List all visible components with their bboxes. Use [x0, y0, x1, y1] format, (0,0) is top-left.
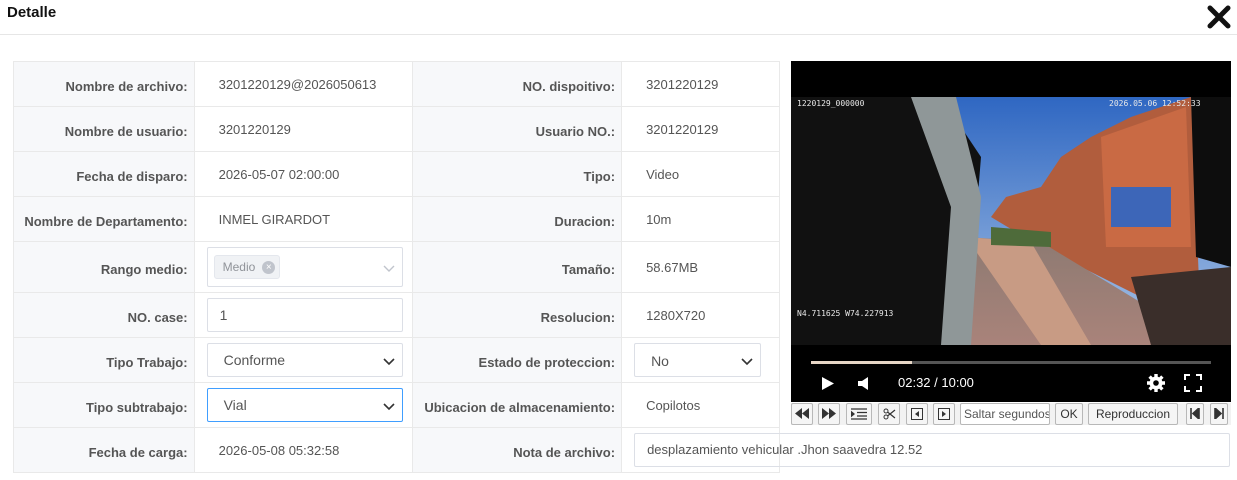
label-upload-date: Fecha de carga: [13, 427, 195, 473]
rewind-icon [795, 408, 809, 419]
next-frame-button[interactable] [933, 403, 955, 425]
chevron-down-icon [383, 403, 395, 411]
osd-coordinates: N4.711625 W74.227913 [797, 309, 894, 318]
case-no-input[interactable]: 1 [206, 298, 403, 332]
label-work-type: Tipo Trabajo: [13, 337, 195, 383]
tag-close-icon[interactable]: × [262, 261, 276, 274]
chevron-down-icon [741, 358, 753, 366]
first-button[interactable] [1186, 403, 1204, 425]
protection-value: No [651, 353, 669, 369]
label-type: Tipo: [411, 151, 623, 197]
list-icon [850, 408, 867, 420]
video-frame-image [791, 97, 1231, 345]
dialog-title: Detalle [7, 4, 57, 21]
label-resolution: Resolucion: [411, 292, 623, 338]
fullscreen-icon[interactable] [1184, 374, 1202, 397]
subwork-type-select[interactable]: Vial [206, 388, 403, 422]
value-user-name: 3201220129 [193, 106, 413, 152]
osd-timestamp: 2026.05.06 12:52:33 [1109, 99, 1201, 108]
protection-select[interactable]: No [634, 343, 762, 377]
time-display: 02:32 / 10:00 [898, 375, 974, 390]
player-toolbar: Saltar segundos OK Reproduccion [791, 403, 1231, 425]
next-frame-icon [938, 408, 950, 420]
label-storage: Ubicacion de almacenamiento: [411, 382, 623, 428]
value-upload-date: 2026-05-08 05:32:58 [193, 427, 413, 473]
label-case-no: NO. case: [13, 292, 195, 338]
label-trigger-date: Fecha de disparo: [13, 151, 195, 197]
value-department: INMEL GIRARDOT [193, 196, 413, 242]
list-button[interactable] [846, 403, 872, 425]
label-size: Tamaño: [411, 241, 623, 293]
prev-frame-button[interactable] [906, 403, 928, 425]
rewind-button[interactable] [791, 403, 813, 425]
label-file-name: Nombre de archivo: [13, 61, 195, 107]
label-user-no: Usuario NO.: [411, 106, 623, 152]
skip-start-icon [1190, 406, 1200, 421]
range-select[interactable]: Medio × [206, 247, 403, 287]
value-resolution: 1280X720 [621, 292, 780, 338]
label-department: Nombre de Departamento: [13, 196, 195, 242]
value-trigger-date: 2026-05-07 02:00:00 [193, 151, 413, 197]
cut-button[interactable] [878, 403, 900, 425]
label-subwork-type: Tipo subtrabajo: [13, 382, 195, 428]
label-range: Rango medio: [13, 241, 195, 293]
label-duration: Duracion: [411, 196, 623, 242]
osd-device-id: 1220129_000000 [797, 99, 865, 108]
label-device-no: NO. dispoitivo: [411, 61, 623, 107]
settings-icon[interactable] [1146, 373, 1166, 398]
range-tag: Medio × [213, 255, 281, 279]
detail-table: Nombre de archivo: 3201220129@2026050613… [13, 61, 1231, 473]
value-type: Video [621, 151, 780, 197]
volume-icon[interactable] [857, 376, 871, 396]
value-storage: Copilotos [621, 382, 780, 428]
file-note-input[interactable]: desplazamiento vehicular .Jhon saavedra … [634, 433, 1231, 467]
dialog-header: Detalle [0, 0, 1237, 35]
progress-bar[interactable] [811, 361, 1211, 364]
ok-button[interactable]: OK [1055, 403, 1083, 425]
close-icon[interactable] [1205, 3, 1233, 31]
skip-end-icon [1214, 406, 1224, 421]
prev-frame-icon [911, 408, 923, 420]
seek-seconds-input[interactable]: Saltar segundos [960, 403, 1050, 425]
value-size: 58.67MB [621, 241, 780, 293]
video-player[interactable]: 1220129_000000 2026.05.06 12:52:33 N4.71… [791, 61, 1231, 402]
value-user-no: 3201220129 [621, 106, 780, 152]
scissors-icon [883, 408, 895, 420]
fast-forward-button[interactable] [818, 403, 840, 425]
chevron-down-icon [383, 265, 395, 272]
progress-fill [811, 361, 913, 364]
play-icon[interactable] [821, 376, 835, 396]
range-tag-label: Medio [222, 260, 256, 274]
chevron-down-icon [383, 358, 395, 366]
label-file-note: Nota de archivo: [411, 427, 623, 473]
subwork-type-value: Vial [223, 397, 247, 413]
fast-forward-icon [822, 408, 836, 419]
work-type-value: Conforme [223, 352, 286, 368]
last-button[interactable] [1210, 403, 1228, 425]
value-duration: 10m [621, 196, 780, 242]
video-frame[interactable]: 1220129_000000 2026.05.06 12:52:33 N4.71… [791, 97, 1231, 345]
work-type-select[interactable]: Conforme [206, 343, 403, 377]
playback-button[interactable]: Reproduccion [1088, 403, 1178, 425]
label-user-name: Nombre de usuario: [13, 106, 195, 152]
label-protection: Estado de proteccion: [411, 337, 623, 383]
value-file-name: 3201220129@2026050613 [193, 61, 413, 107]
value-device-no: 3201220129 [621, 61, 780, 107]
